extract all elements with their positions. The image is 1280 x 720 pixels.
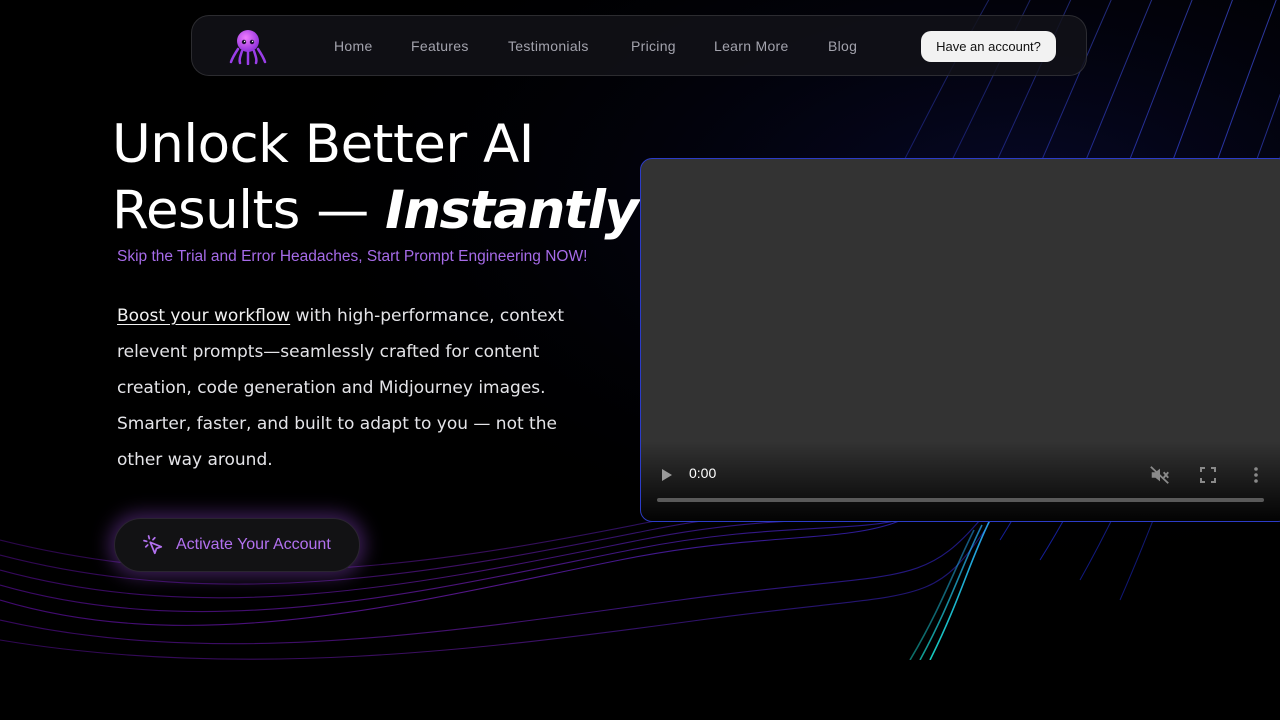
- nav-home[interactable]: Home: [334, 38, 373, 54]
- top-navbar: Home Features Testimonials Pricing Learn…: [191, 15, 1087, 76]
- play-icon[interactable]: [657, 466, 675, 484]
- hero-title: Unlock Better AI Results — Instantly: [112, 112, 639, 244]
- have-account-button[interactable]: Have an account?: [921, 31, 1056, 62]
- video-progress-bar[interactable]: [657, 498, 1264, 502]
- hero-description: Boost your workflow with high-performanc…: [117, 298, 577, 478]
- hero-title-line1: Unlock Better AI: [112, 114, 534, 175]
- boost-workflow-link[interactable]: Boost your workflow: [117, 306, 290, 326]
- mute-icon[interactable]: [1149, 464, 1171, 486]
- activate-account-button[interactable]: Activate Your Account: [114, 518, 360, 572]
- nav-learn-more[interactable]: Learn More: [714, 38, 789, 54]
- hero-title-emphasis: Instantly: [385, 180, 639, 241]
- nav-blog[interactable]: Blog: [828, 38, 857, 54]
- video-controls-gradient: [641, 441, 1280, 521]
- fullscreen-icon[interactable]: [1199, 466, 1217, 484]
- nav-features[interactable]: Features: [411, 38, 469, 54]
- activate-account-label: Activate Your Account: [176, 536, 331, 553]
- hero-description-text: with high-performance, context relevent …: [117, 306, 564, 470]
- video-player[interactable]: 0:00: [640, 158, 1280, 522]
- hero-title-line2: Results —: [112, 180, 386, 241]
- cursor-click-icon: [143, 535, 163, 555]
- hero-subheading: Skip the Trial and Error Headaches, Star…: [117, 248, 588, 265]
- video-time: 0:00: [689, 465, 717, 481]
- nav-testimonials[interactable]: Testimonials: [508, 38, 589, 54]
- nav-pricing[interactable]: Pricing: [631, 38, 676, 54]
- page-bottom-band: [0, 660, 1280, 720]
- more-icon[interactable]: [1247, 465, 1265, 485]
- octopus-logo[interactable]: [228, 27, 268, 65]
